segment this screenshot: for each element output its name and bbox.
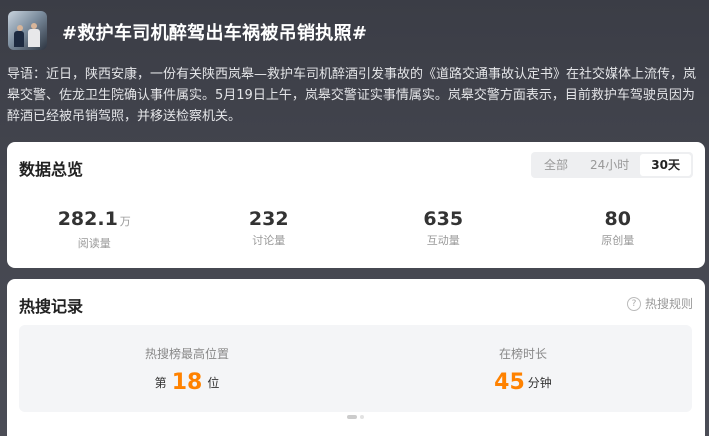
stat-label: 互动量 bbox=[426, 234, 460, 247]
stat-value: 80 bbox=[604, 208, 631, 230]
topic-header: #救护车司机醉驾出车祸被吊销执照# bbox=[0, 0, 709, 64]
time-on-list: 在榜时长 45 分钟 bbox=[355, 325, 691, 412]
peak-value: 18 bbox=[171, 370, 203, 395]
stat-label: 原创量 bbox=[601, 234, 635, 247]
peak-position: 热搜榜最高位置 第 18 位 bbox=[19, 325, 355, 412]
rules-label: 热搜规则 bbox=[644, 297, 693, 311]
question-circle-icon: ? bbox=[626, 296, 641, 311]
overview-title: 数据总览 bbox=[19, 160, 84, 179]
stat-discussions: 232 讨论量 bbox=[182, 208, 357, 251]
tab-30d[interactable]: 30天 bbox=[640, 154, 691, 176]
stat-label: 阅读量 bbox=[77, 237, 111, 250]
time-range-tabs: 全部 24小时 30天 bbox=[531, 152, 693, 178]
topic-intro: 导语：近日，陕西安康，一份有关陕西岚皋—救护车司机醉酒引发事故的《道路交通事故认… bbox=[7, 67, 697, 124]
peak-prefix: 第 bbox=[154, 376, 167, 390]
tab-all[interactable]: 全部 bbox=[533, 154, 579, 176]
stats-row: 282.1 万 阅读量 232 讨论量 635 互动量 80 原创量 bbox=[7, 208, 705, 251]
stat-value: 282.1 bbox=[57, 208, 118, 230]
page-indicator bbox=[347, 415, 364, 419]
stat-value: 232 bbox=[248, 208, 289, 230]
hot-search-rules-link[interactable]: ? 热搜规则 bbox=[626, 295, 693, 312]
page-dot[interactable] bbox=[360, 415, 364, 419]
stat-label: 讨论量 bbox=[252, 234, 286, 247]
topic-thumbnail bbox=[8, 11, 47, 50]
overview-card: 数据总览 全部 24小时 30天 282.1 万 阅读量 232 讨论量 635 … bbox=[7, 142, 705, 268]
topic-title: #救护车司机醉驾出车祸被吊销执照# bbox=[62, 23, 368, 44]
peak-label: 热搜榜最高位置 bbox=[144, 347, 229, 361]
duration-value: 45 bbox=[494, 370, 525, 395]
hot-search-title: 热搜记录 bbox=[19, 297, 84, 316]
hot-search-card: 热搜记录 ? 热搜规则 热搜榜最高位置 第 18 位 在榜时长 45 分钟 bbox=[7, 279, 705, 436]
stat-value: 635 bbox=[423, 208, 464, 230]
hot-search-stats: 热搜榜最高位置 第 18 位 在榜时长 45 分钟 bbox=[19, 325, 692, 412]
duration-suffix: 分钟 bbox=[527, 376, 552, 390]
stat-interactions: 635 互动量 bbox=[356, 208, 531, 251]
stat-reads: 282.1 万 阅读量 bbox=[7, 208, 182, 251]
stat-unit: 万 bbox=[119, 215, 131, 228]
tab-24h[interactable]: 24小时 bbox=[579, 154, 640, 176]
stat-originals: 80 原创量 bbox=[531, 208, 706, 251]
page-dot-active[interactable] bbox=[347, 415, 357, 419]
duration-label: 在榜时长 bbox=[498, 347, 547, 361]
peak-suffix: 位 bbox=[207, 376, 220, 390]
